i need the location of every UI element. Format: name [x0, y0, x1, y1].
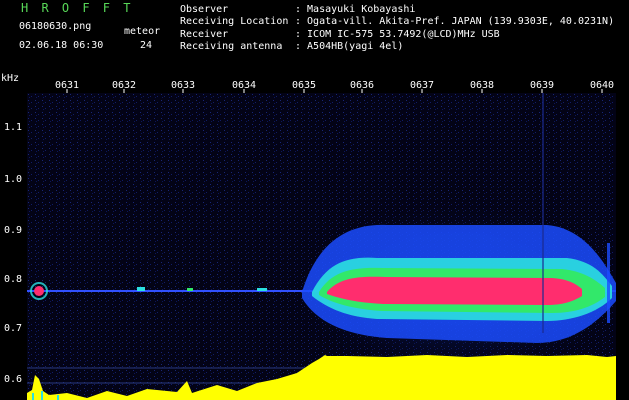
spectrogram [27, 93, 616, 400]
meteor-label: meteor [124, 26, 161, 37]
location-label: Receiving Location [180, 16, 289, 27]
hrofft-screen: H R O F F T 06180630.png 02.06.18 06:30 … [0, 0, 629, 400]
file-name: 06180630.png [19, 21, 92, 32]
observer-value: : Masayuki Kobayashi [295, 4, 416, 15]
y-tick: 1.0 [4, 174, 23, 185]
y-tick: 0.7 [4, 323, 23, 334]
observer-label: Observer [180, 4, 229, 15]
location-value: : Ogata-vill. Akita-Pref. JAPAN (139.930… [295, 16, 615, 27]
meteor-count: 24 [140, 40, 153, 51]
app-logo: H R O F F T [21, 1, 134, 15]
spectrogram-image [27, 93, 616, 400]
antenna-value: : A504HB(yagi 4el) [295, 41, 404, 52]
receiver-label: Receiver [180, 29, 229, 40]
receiver-value: : ICOM IC-575 53.7492(@LCD)MHz USB [295, 29, 500, 40]
y-tick: 1.1 [4, 122, 23, 133]
antenna-label: Receiving antenna [180, 41, 283, 52]
axis-unit: kHz [1, 73, 20, 84]
y-tick: 0.8 [4, 274, 23, 285]
y-tick: 0.6 [4, 374, 23, 385]
y-tick: 0.9 [4, 225, 23, 236]
date-time: 02.06.18 06:30 [19, 40, 104, 51]
